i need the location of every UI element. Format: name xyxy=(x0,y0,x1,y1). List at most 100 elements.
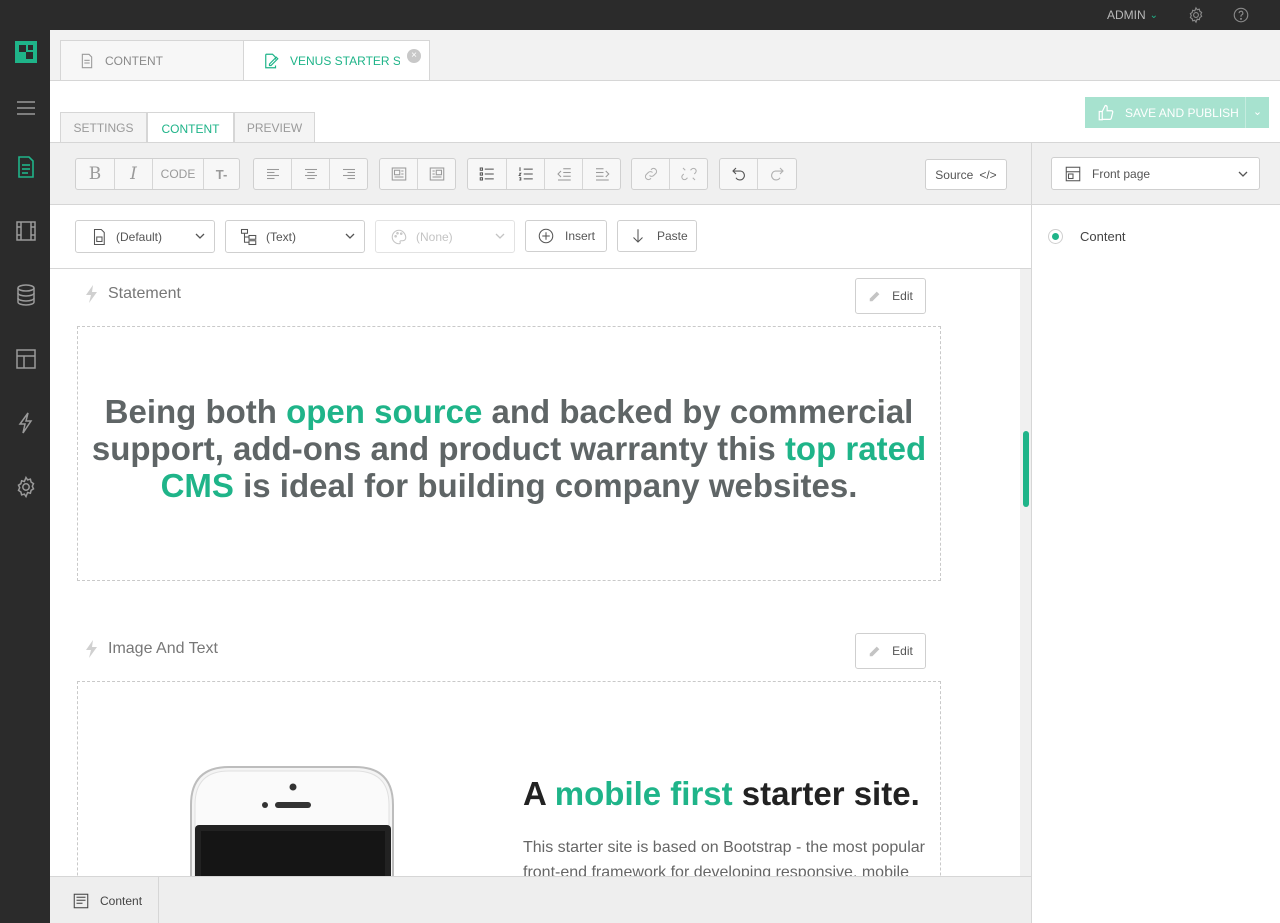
status-content-item[interactable]: Content xyxy=(50,877,159,923)
image-text-edit-button[interactable]: Edit xyxy=(855,633,926,669)
chevron-down-icon[interactable]: ⌄ xyxy=(1245,97,1269,128)
canvas-scrollbar[interactable] xyxy=(1020,269,1031,877)
unlink-button[interactable] xyxy=(670,159,707,189)
source-button[interactable]: Source </> xyxy=(925,159,1007,190)
align-center-button[interactable] xyxy=(292,159,330,189)
tree-item-content[interactable]: Content xyxy=(1048,229,1126,244)
image-right-icon xyxy=(429,167,444,181)
user-menu[interactable]: ADMIN ⌄ xyxy=(1107,8,1158,22)
indent-button[interactable] xyxy=(583,159,620,189)
clear-format-button[interactable]: T- xyxy=(204,159,239,189)
logo-icon[interactable] xyxy=(14,40,38,64)
numbered-list-button[interactable] xyxy=(507,159,545,189)
align-left-button[interactable] xyxy=(254,159,292,189)
numbered-list-icon xyxy=(517,167,533,181)
lightning-icon xyxy=(86,285,97,303)
text-style-group: B I CODE T- xyxy=(75,158,240,190)
image-right-button[interactable] xyxy=(418,159,455,189)
chevron-down-icon xyxy=(1238,171,1248,177)
settings-icon[interactable] xyxy=(14,475,38,499)
redo-icon xyxy=(771,167,784,181)
history-group xyxy=(719,158,797,190)
image-left-icon xyxy=(391,167,406,181)
chevron-down-icon xyxy=(495,233,505,239)
undo-button[interactable] xyxy=(720,159,758,189)
unlink-icon xyxy=(680,167,697,181)
tab-label: SETTINGS xyxy=(73,121,134,135)
code-brackets-icon: </> xyxy=(979,167,997,182)
list-group xyxy=(467,158,621,190)
content-icon[interactable] xyxy=(14,155,38,179)
chevron-down-icon xyxy=(345,233,355,239)
structure-panel-header: Front page xyxy=(1032,143,1280,205)
doc-tab-label: VENUS STARTER SITE xyxy=(290,54,400,68)
top-bar: ADMIN ⌄ xyxy=(0,0,1280,30)
mobile-first-heading: A mobile first starter site. xyxy=(523,775,920,813)
tab-preview[interactable]: PREVIEW xyxy=(234,112,315,143)
document-icon xyxy=(81,53,93,68)
database-icon[interactable] xyxy=(14,283,38,307)
link-icon xyxy=(644,167,657,181)
main-frame: CONTENT VENUS STARTER SITE × SETTINGS CO… xyxy=(50,30,1280,923)
align-right-button[interactable] xyxy=(330,159,367,189)
color-value: (None) xyxy=(416,229,453,244)
edit-label: Edit xyxy=(892,289,913,303)
paste-button[interactable]: Paste xyxy=(617,220,697,252)
status-label: Content xyxy=(100,893,143,908)
style-value: (Default) xyxy=(116,229,163,244)
bullet-list-button[interactable] xyxy=(468,159,507,189)
gear-icon[interactable] xyxy=(1187,6,1205,24)
palette-icon xyxy=(391,229,407,244)
menu-icon[interactable] xyxy=(14,96,38,120)
insert-label: Insert xyxy=(565,229,596,243)
workarea: SETTINGS CONTENT PREVIEW SAVE AND PUBLIS… xyxy=(50,80,1280,923)
thumbs-up-icon xyxy=(1098,104,1114,120)
help-icon[interactable] xyxy=(1232,6,1250,24)
radio-selected[interactable] xyxy=(1048,229,1063,244)
statement-block-header: Statement xyxy=(84,285,181,303)
paste-label: Paste xyxy=(657,229,688,243)
doc-tab-venus-starter-site[interactable]: VENUS STARTER SITE × xyxy=(243,40,430,81)
lightning-icon[interactable] xyxy=(14,411,38,435)
tab-content[interactable]: CONTENT xyxy=(147,112,234,144)
structure-panel: Front page Content xyxy=(1032,142,1280,923)
color-dropdown[interactable]: (None) xyxy=(375,220,515,253)
tab-settings[interactable]: SETTINGS xyxy=(60,112,147,143)
bullet-list-icon xyxy=(479,167,494,181)
mobile-first-body: This starter site is based on Bootstrap … xyxy=(523,839,925,877)
page-template-select[interactable]: Front page xyxy=(1051,157,1260,190)
user-label: ADMIN xyxy=(1106,8,1146,22)
media-icon[interactable] xyxy=(14,219,38,243)
format-dropdown[interactable]: (Text) xyxy=(225,220,365,253)
image-left-button[interactable] xyxy=(380,159,418,189)
page-template-value: Front page xyxy=(1092,166,1151,181)
indent-icon xyxy=(595,168,609,181)
arrow-down-icon xyxy=(633,229,643,243)
heading-highlight: mobile first xyxy=(554,775,733,812)
statement-highlight: open source xyxy=(286,393,483,430)
statement-edit-button[interactable]: Edit xyxy=(855,278,926,314)
link-group xyxy=(631,158,708,190)
layout-icon[interactable] xyxy=(14,347,38,371)
code-button[interactable]: CODE xyxy=(153,159,204,189)
page-template-icon xyxy=(1065,166,1081,181)
save-and-publish-button[interactable]: SAVE AND PUBLISH ⌄ xyxy=(1085,97,1269,128)
italic-button[interactable]: I xyxy=(115,159,153,189)
style-dropdown[interactable]: (Default) xyxy=(75,220,215,253)
outdent-button[interactable] xyxy=(545,159,583,189)
left-rail xyxy=(0,30,50,923)
scrollbar-thumb[interactable] xyxy=(1023,431,1029,507)
edit-label: Edit xyxy=(892,644,913,658)
insert-button[interactable]: Insert xyxy=(525,220,607,252)
doc-tab-content[interactable]: CONTENT xyxy=(60,40,244,80)
align-group xyxy=(253,158,368,190)
smartphone-image xyxy=(190,766,394,877)
redo-button[interactable] xyxy=(758,159,796,189)
link-button[interactable] xyxy=(632,159,670,189)
radio-dot xyxy=(1052,233,1059,240)
close-icon[interactable]: × xyxy=(407,49,421,63)
bold-button[interactable]: B xyxy=(76,159,115,189)
align-center-icon xyxy=(304,168,317,180)
editor: B I CODE T- Source </> (Default) (Text) … xyxy=(50,142,1032,923)
outdent-icon xyxy=(556,168,571,181)
